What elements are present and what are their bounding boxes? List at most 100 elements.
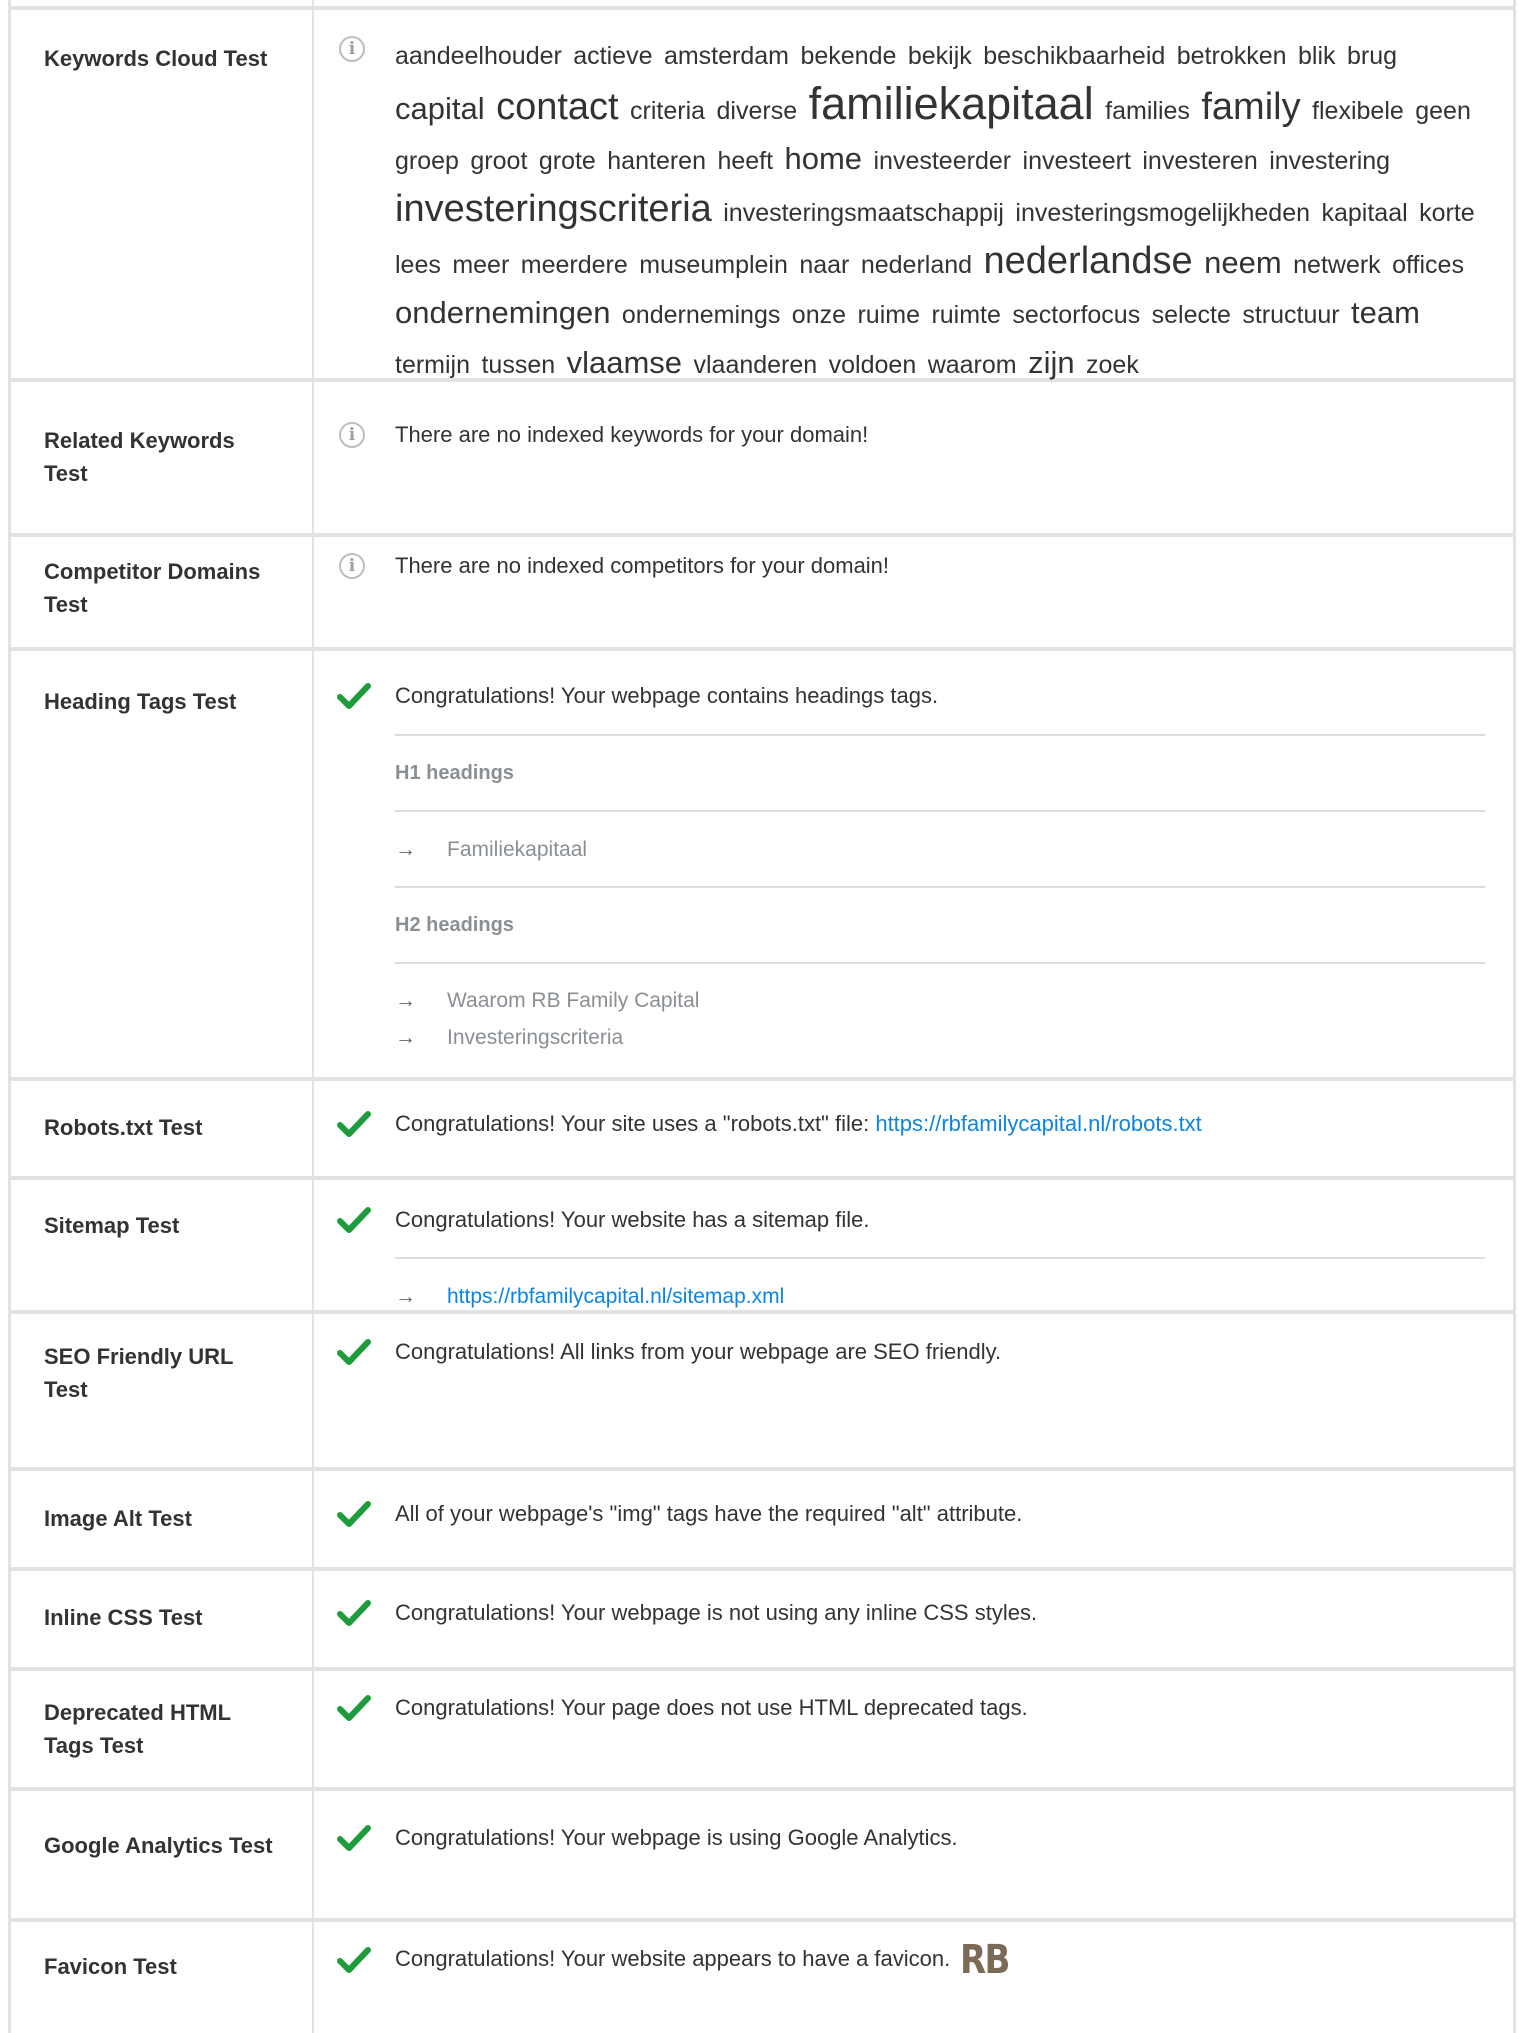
row-divider <box>11 6 1513 10</box>
keyword-cloud-word: termijn <box>395 351 471 379</box>
row-label-robots: Robots.txt Test <box>44 1115 203 1140</box>
info-icon: i <box>339 422 365 448</box>
keyword-cloud-word: brug <box>1346 42 1398 70</box>
keyword-cloud-word: investeren <box>1142 147 1258 175</box>
keyword-cloud-word: groot <box>470 147 528 175</box>
keyword-cloud-word: amsterdam <box>663 42 789 70</box>
favicon-image: RB <box>960 1937 1010 1984</box>
row-label-keywords-cloud: Keywords Cloud Test <box>44 46 268 71</box>
checkmark-icon <box>337 1824 371 1852</box>
keyword-cloud-word: ruimte <box>931 301 1001 329</box>
checkmark-icon <box>337 1694 371 1722</box>
checkmark-icon <box>337 1946 371 1974</box>
row-label-sitemap: Sitemap Test <box>44 1213 180 1238</box>
keyword-cloud-word: investeringscriteria <box>395 188 712 230</box>
keyword-cloud-word: actieve <box>573 42 653 70</box>
keyword-cloud-word: tussen <box>481 351 556 379</box>
sitemap-link[interactable]: https://rbfamilycapital.nl/sitemap.xml <box>447 1285 784 1308</box>
inline-css-message: Congratulations! Your webpage is not usi… <box>395 1600 1038 1625</box>
divider <box>395 810 1485 812</box>
row-label-inline-css: Inline CSS Test <box>44 1605 203 1630</box>
h2-heading-item: → Investeringscriteria <box>395 1026 624 1049</box>
row-label-related-keywords: Related Keywords Test <box>44 428 235 486</box>
keyword-cloud-word: korte <box>1419 199 1475 227</box>
keyword-cloud-word: flexibele <box>1312 97 1404 125</box>
keyword-cloud-word: hanteren <box>607 147 706 175</box>
keyword-cloud-word: bekende <box>800 42 897 70</box>
arrow-right-icon: → <box>395 989 416 1012</box>
checkmark-icon <box>337 1206 371 1234</box>
keyword-cloud-word: investering <box>1269 147 1391 175</box>
arrow-right-icon: → <box>395 1026 416 1049</box>
keyword-cloud-word: diverse <box>716 97 798 125</box>
keyword-cloud-word: zoek <box>1086 351 1139 379</box>
keyword-cloud-word: meer <box>452 251 510 279</box>
keyword-cloud-word: investeert <box>1022 147 1131 175</box>
keyword-cloud-word: zijn <box>1028 345 1075 380</box>
keyword-cloud-word: home <box>784 141 863 176</box>
image-alt-message: All of your webpage's "img" tags have th… <box>395 1501 1023 1526</box>
row-divider <box>11 1918 1513 1922</box>
keyword-cloud-word: investeringsmaatschappij <box>723 199 1004 227</box>
row-label-favicon: Favicon Test <box>44 1954 177 1979</box>
keyword-cloud-word: ruime <box>857 301 920 329</box>
keyword-cloud-word: groep <box>395 147 459 175</box>
info-icon: i <box>339 36 365 62</box>
keyword-cloud-word: team <box>1351 295 1420 330</box>
arrow-right-icon: → <box>395 838 416 861</box>
keyword-cloud-word: nederlandse <box>983 240 1193 282</box>
row-label-heading-tags: Heading Tags Test <box>44 689 237 714</box>
keyword-cloud-word: families <box>1105 97 1190 125</box>
keyword-cloud-word: selecte <box>1151 301 1231 329</box>
keyword-cloud-word: voldoen <box>828 351 917 379</box>
keyword-cloud-word: investeringsmogelijkheden <box>1015 199 1311 227</box>
keyword-cloud-word: nederland <box>860 251 973 279</box>
row-label-image-alt: Image Alt Test <box>44 1506 192 1531</box>
google-analytics-message: Congratulations! Your webpage is using G… <box>395 1825 958 1850</box>
h1-heading-item: → Familiekapitaal <box>395 838 588 861</box>
competitor-domains-message: There are no indexed competitors for you… <box>395 553 890 578</box>
keyword-cloud-word: kapitaal <box>1321 199 1408 227</box>
keyword-cloud-word: heeft <box>717 147 774 175</box>
arrow-right-icon: → <box>395 1285 416 1308</box>
h2-headings-title: H2 headings <box>395 914 514 936</box>
seo-friendly-message: Congratulations! All links from your web… <box>395 1339 1002 1364</box>
checkmark-icon <box>337 1500 371 1528</box>
divider <box>395 962 1485 964</box>
h1-headings-title: H1 headings <box>395 762 514 784</box>
row-label-seo-friendly: SEO Friendly URL Test <box>44 1344 234 1402</box>
info-icon: i <box>339 553 365 579</box>
keyword-cloud-word: grote <box>538 147 596 175</box>
favicon-message: Congratulations! Your website appears to… <box>395 1937 1011 1984</box>
keyword-cloud-word: investeerder <box>873 147 1012 175</box>
row-label-competitor-domains: Competitor Domains Test <box>44 559 261 617</box>
row-divider <box>11 1787 1513 1791</box>
keyword-cloud-word: vlaanderen <box>693 351 818 379</box>
checkmark-icon <box>337 1599 371 1627</box>
keyword-cloud-word: criteria <box>630 97 706 125</box>
row-divider <box>11 1567 1513 1571</box>
checkmark-icon <box>337 682 371 710</box>
keyword-cloud-word: vlaamse <box>566 345 683 380</box>
keyword-cloud-word: aandeelhouder <box>395 42 562 70</box>
keyword-cloud-word: bekijk <box>907 42 972 70</box>
checkmark-icon <box>337 1110 371 1138</box>
keyword-cloud-word: onze <box>791 301 847 329</box>
divider <box>395 734 1485 736</box>
keyword-cloud-word: familiekapitaal <box>808 78 1094 129</box>
deprecated-html-message: Congratulations! Your page does not use … <box>395 1695 1028 1720</box>
row-divider <box>11 1467 1513 1471</box>
keyword-cloud-word: waarom <box>927 351 1017 379</box>
divider <box>395 886 1485 888</box>
keyword-cloud-word: sectorfocus <box>1012 301 1141 329</box>
keyword-cloud-word: ondernemings <box>621 301 781 329</box>
robots-link[interactable]: https://rbfamilycapital.nl/robots.txt <box>875 1111 1201 1136</box>
row-divider <box>11 1077 1513 1081</box>
keyword-cloud-word: capital <box>395 91 485 126</box>
keyword-cloud-word: beschikbaarheid <box>983 42 1166 70</box>
keyword-cloud-word: meerdere <box>520 251 628 279</box>
sitemap-item: → https://rbfamilycapital.nl/sitemap.xml <box>395 1285 784 1309</box>
row-label-google-analytics: Google Analytics Test <box>44 1833 273 1858</box>
divider <box>395 1257 1485 1259</box>
keyword-cloud-word: betrokken <box>1176 42 1287 70</box>
